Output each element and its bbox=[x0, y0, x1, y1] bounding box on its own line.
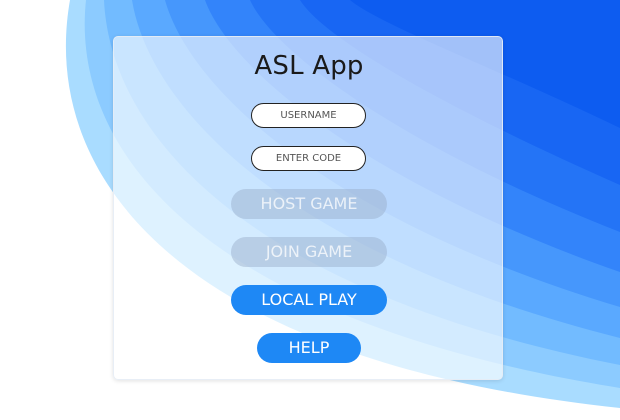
help-button[interactable]: HELP bbox=[257, 333, 361, 363]
host-game-button[interactable]: HOST GAME bbox=[231, 189, 387, 219]
username-input[interactable] bbox=[251, 103, 366, 128]
login-panel: ASL App HOST GAME JOIN GAME LOCAL PLAY H… bbox=[113, 36, 503, 380]
local-play-button[interactable]: LOCAL PLAY bbox=[231, 285, 387, 315]
app-title: ASL App bbox=[254, 51, 364, 81]
game-code-input[interactable] bbox=[251, 146, 366, 171]
join-game-button[interactable]: JOIN GAME bbox=[231, 237, 387, 267]
